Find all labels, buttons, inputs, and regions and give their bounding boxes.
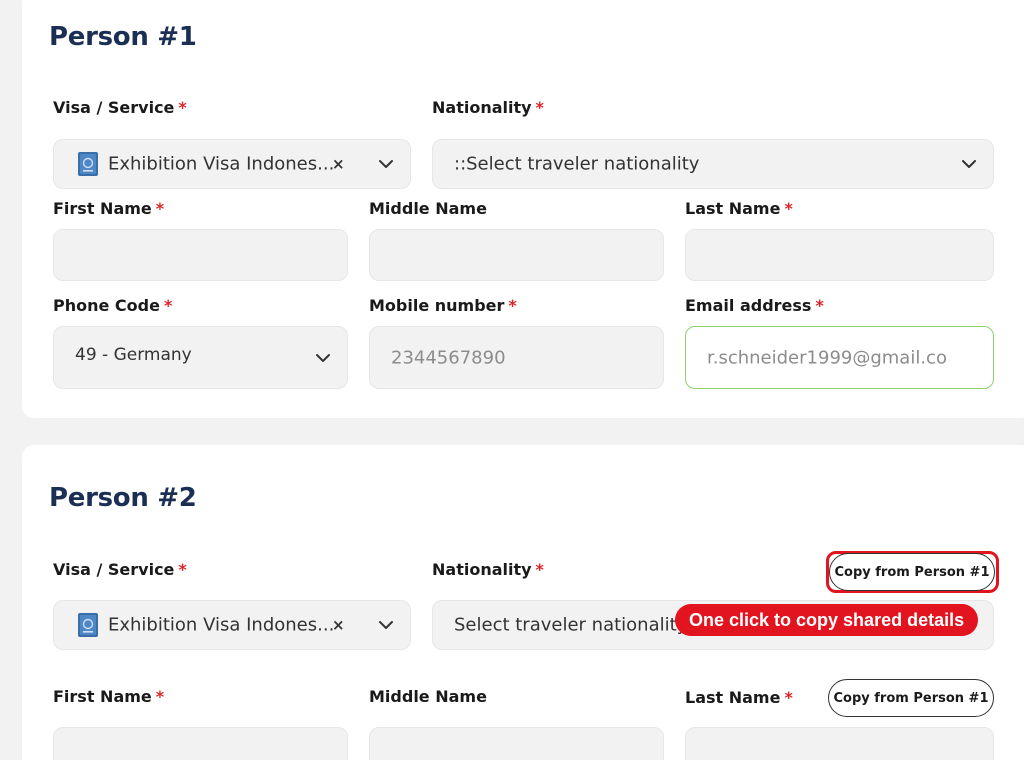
copy-from-person-1-button[interactable]: Copy from Person #1 [829, 553, 995, 591]
chevron-down-icon [316, 353, 330, 362]
phone-code-label: Phone Code * [53, 296, 173, 315]
passport-icon [78, 152, 98, 176]
visa-service-value: Exhibition Visa Indones... [108, 153, 335, 175]
person-2-title: Person #2 [49, 483, 197, 513]
required-mark: * [178, 98, 187, 117]
clear-selection-icon[interactable]: × [332, 616, 345, 634]
first-name-label: First Name * [53, 687, 165, 706]
email-address-label: Email address * [685, 296, 824, 315]
last-name-label: Last Name * [685, 199, 793, 218]
last-name-input[interactable] [685, 229, 994, 281]
nationality-label: Nationality * [432, 560, 544, 579]
first-name-input[interactable] [53, 727, 348, 760]
visa-service-label: Visa / Service * [53, 560, 187, 579]
visa-service-select[interactable]: Exhibition Visa Indones... × [53, 139, 411, 189]
mobile-number-input[interactable]: 2344567890 [369, 326, 664, 389]
passport-icon [78, 613, 98, 637]
nationality-label: Nationality * [432, 98, 544, 117]
email-address-input[interactable]: r.schneider1999@gmail.co [685, 326, 994, 389]
person-1-card: Person #1 Visa / Service * Nationality * E… [22, 0, 1024, 418]
visa-service-value: Exhibition Visa Indones... [108, 614, 335, 636]
required-mark: * [815, 296, 824, 315]
middle-name-input[interactable] [369, 727, 664, 760]
nationality-placeholder: Select traveler nationality [454, 614, 684, 636]
nationality-select[interactable]: ::Select traveler nationality [432, 139, 994, 189]
clear-selection-icon[interactable]: × [332, 155, 345, 173]
copy-from-person-1-button-lastname[interactable]: Copy from Person #1 [828, 679, 994, 717]
last-name-input[interactable] [685, 727, 994, 760]
chevron-down-icon [962, 160, 976, 168]
chevron-down-icon [379, 621, 393, 629]
phone-code-value: 49 - Germany [75, 345, 192, 366]
phone-code-select[interactable]: 49 - Germany [53, 326, 348, 389]
first-name-label: First Name * [53, 199, 165, 218]
person-1-title: Person #1 [49, 22, 197, 52]
middle-name-input[interactable] [369, 229, 664, 281]
middle-name-label: Middle Name [369, 687, 487, 706]
required-mark: * [155, 687, 165, 706]
last-name-label: Last Name * [685, 688, 793, 707]
required-mark: * [784, 199, 793, 218]
callout-badge: One click to copy shared details [675, 604, 979, 636]
middle-name-label: Middle Name [369, 199, 487, 218]
visa-service-label: Visa / Service * [53, 98, 187, 117]
required-mark: * [508, 296, 517, 315]
nationality-placeholder: ::Select traveler nationality [454, 153, 700, 175]
required-mark: * [535, 98, 544, 117]
first-name-input[interactable] [53, 229, 348, 281]
mobile-number-value: 2344567890 [391, 347, 506, 368]
required-mark: * [163, 296, 173, 315]
required-mark: * [535, 560, 544, 579]
required-mark: * [784, 688, 793, 707]
email-address-value: r.schneider1999@gmail.co [707, 347, 947, 368]
visa-service-select[interactable]: Exhibition Visa Indones... × [53, 600, 411, 650]
required-mark: * [178, 560, 187, 579]
required-mark: * [155, 199, 165, 218]
mobile-number-label: Mobile number * [369, 296, 517, 315]
chevron-down-icon [379, 160, 393, 168]
